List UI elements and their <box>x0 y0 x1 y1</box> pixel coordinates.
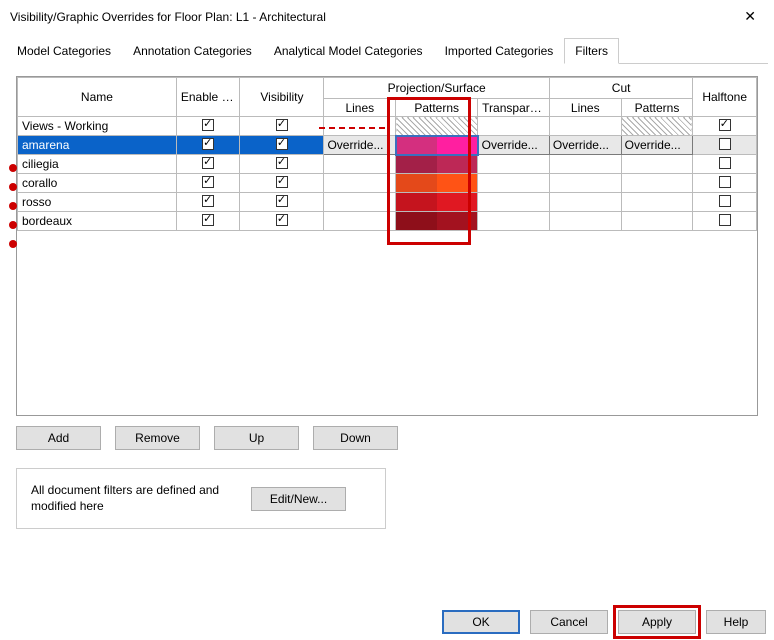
filter-name[interactable]: amarena <box>18 136 177 155</box>
col-cut-patterns[interactable]: Patterns <box>621 99 693 117</box>
col-enable-filter[interactable]: Enable Filter <box>176 78 240 117</box>
proj-patterns-cell[interactable] <box>396 136 478 155</box>
proj-transparency-cell[interactable] <box>478 193 550 212</box>
filter-name[interactable]: rosso <box>18 193 177 212</box>
edit-new-button[interactable]: Edit/New... <box>251 487 346 511</box>
filters-table-container: Name Enable Filter Visibility Projection… <box>16 76 758 416</box>
proj-patterns-cell[interactable] <box>396 117 478 136</box>
cut-patterns-cell[interactable]: Override... <box>621 136 693 155</box>
tab-filters[interactable]: Filters <box>564 38 619 64</box>
filters-table: Name Enable Filter Visibility Projection… <box>17 77 757 231</box>
halftone-checkbox[interactable] <box>693 174 757 193</box>
up-button[interactable]: Up <box>214 426 299 450</box>
col-projection-surface[interactable]: Projection/Surface <box>324 78 549 99</box>
col-cut[interactable]: Cut <box>549 78 692 99</box>
halftone-checkbox[interactable] <box>693 155 757 174</box>
help-button[interactable]: Help <box>706 610 766 634</box>
visibility-checkbox[interactable] <box>240 212 324 231</box>
cut-patterns-cell[interactable] <box>621 117 693 136</box>
enable-filter-checkbox[interactable] <box>176 155 240 174</box>
visibility-checkbox[interactable] <box>240 155 324 174</box>
proj-transparency-cell[interactable] <box>478 174 550 193</box>
cut-patterns-cell[interactable] <box>621 212 693 231</box>
proj-transparency-cell[interactable]: Override... <box>478 136 550 155</box>
proj-transparency-cell[interactable] <box>478 155 550 174</box>
table-row[interactable]: Views - Working <box>18 117 757 136</box>
visibility-checkbox[interactable] <box>240 193 324 212</box>
col-proj-lines[interactable]: Lines <box>324 99 396 117</box>
proj-lines-cell[interactable] <box>324 193 396 212</box>
annotation-dot <box>9 202 17 210</box>
cut-lines-cell[interactable] <box>549 193 621 212</box>
cut-lines-cell[interactable] <box>549 117 621 136</box>
proj-lines-cell[interactable]: Override... <box>324 136 396 155</box>
annotation-dot <box>9 240 17 248</box>
enable-filter-checkbox[interactable] <box>176 193 240 212</box>
annotation-dot <box>9 164 17 172</box>
tab-analytical-model-categories[interactable]: Analytical Model Categories <box>263 38 434 64</box>
add-button[interactable]: Add <box>16 426 101 450</box>
tab-annotation-categories[interactable]: Annotation Categories <box>122 38 263 64</box>
proj-lines-cell[interactable] <box>324 212 396 231</box>
enable-filter-checkbox[interactable] <box>176 174 240 193</box>
col-proj-patterns[interactable]: Patterns <box>396 99 478 117</box>
proj-patterns-cell[interactable] <box>396 155 478 174</box>
dialog-title: Visibility/Graphic Overrides for Floor P… <box>10 10 326 24</box>
cut-patterns-cell[interactable] <box>621 193 693 212</box>
proj-lines-cell[interactable] <box>324 117 396 136</box>
halftone-checkbox[interactable] <box>693 136 757 155</box>
cut-lines-cell[interactable]: Override... <box>549 136 621 155</box>
visibility-checkbox[interactable] <box>240 136 324 155</box>
proj-lines-cell[interactable] <box>324 155 396 174</box>
filter-name[interactable]: corallo <box>18 174 177 193</box>
filter-name[interactable]: Views - Working <box>18 117 177 136</box>
filter-name[interactable]: ciliegia <box>18 155 177 174</box>
cut-lines-cell[interactable] <box>549 212 621 231</box>
visibility-checkbox[interactable] <box>240 117 324 136</box>
enable-filter-checkbox[interactable] <box>176 212 240 231</box>
apply-button[interactable]: Apply <box>618 610 696 634</box>
annotation-dot <box>9 221 17 229</box>
annotation-dot <box>9 183 17 191</box>
halftone-checkbox[interactable] <box>693 212 757 231</box>
col-cut-lines[interactable]: Lines <box>549 99 621 117</box>
proj-patterns-cell[interactable] <box>396 174 478 193</box>
proj-patterns-cell[interactable] <box>396 212 478 231</box>
cut-patterns-cell[interactable] <box>621 174 693 193</box>
halftone-checkbox[interactable] <box>693 117 757 136</box>
table-row[interactable]: rosso <box>18 193 757 212</box>
remove-button[interactable]: Remove <box>115 426 200 450</box>
proj-lines-cell[interactable] <box>324 174 396 193</box>
info-box: All document filters are defined and mod… <box>16 468 386 529</box>
filter-name[interactable]: bordeaux <box>18 212 177 231</box>
cut-lines-cell[interactable] <box>549 155 621 174</box>
table-row[interactable]: corallo <box>18 174 757 193</box>
cut-patterns-cell[interactable] <box>621 155 693 174</box>
proj-patterns-cell[interactable] <box>396 193 478 212</box>
col-name[interactable]: Name <box>18 78 177 117</box>
cancel-button[interactable]: Cancel <box>530 610 608 634</box>
table-row[interactable]: bordeaux <box>18 212 757 231</box>
down-button[interactable]: Down <box>313 426 398 450</box>
col-halftone[interactable]: Halftone <box>693 78 757 117</box>
enable-filter-checkbox[interactable] <box>176 117 240 136</box>
table-row[interactable]: ciliegia <box>18 155 757 174</box>
tab-bar: Model Categories Annotation Categories A… <box>6 37 768 64</box>
tab-model-categories[interactable]: Model Categories <box>6 38 122 64</box>
close-icon[interactable]: ✕ <box>736 6 764 27</box>
visibility-checkbox[interactable] <box>240 174 324 193</box>
tab-imported-categories[interactable]: Imported Categories <box>434 38 565 64</box>
annotation-dashed-line <box>319 127 385 129</box>
cut-lines-cell[interactable] <box>549 174 621 193</box>
info-text: All document filters are defined and mod… <box>31 483 221 514</box>
proj-transparency-cell[interactable] <box>478 212 550 231</box>
enable-filter-checkbox[interactable] <box>176 136 240 155</box>
proj-transparency-cell[interactable] <box>478 117 550 136</box>
ok-button[interactable]: OK <box>442 610 520 634</box>
table-row[interactable]: amarena Override... Override... Override… <box>18 136 757 155</box>
col-proj-transparency[interactable]: Transpare... <box>478 99 550 117</box>
halftone-checkbox[interactable] <box>693 193 757 212</box>
col-visibility[interactable]: Visibility <box>240 78 324 117</box>
